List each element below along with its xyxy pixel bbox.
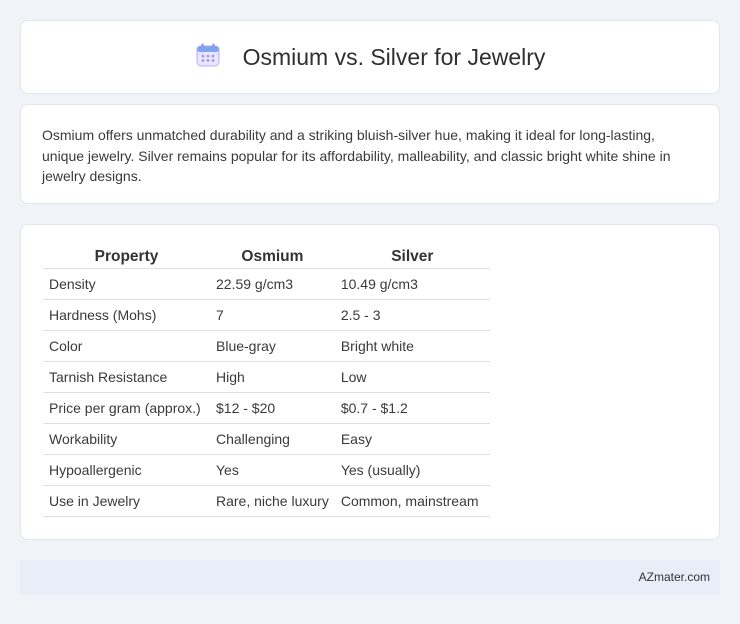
table-header-row: Property Osmium Silver: [43, 245, 490, 269]
cell-silver: Common, mainstream: [334, 486, 490, 517]
cell-property: Workability: [43, 424, 210, 455]
cell-property: Price per gram (approx.): [43, 393, 210, 424]
cell-silver: Easy: [334, 424, 490, 455]
cell-osmium: High: [210, 362, 335, 393]
table-row: Workability Challenging Easy: [43, 424, 490, 455]
header-silver: Silver: [334, 245, 490, 269]
table-row: Color Blue-gray Bright white: [43, 331, 490, 362]
table-row: Tarnish Resistance High Low: [43, 362, 490, 393]
title-card: Osmium vs. Silver for Jewelry: [20, 20, 720, 94]
cell-property: Use in Jewelry: [43, 486, 210, 517]
calendar-icon: [195, 42, 221, 73]
cell-property: Tarnish Resistance: [43, 362, 210, 393]
header-osmium: Osmium: [210, 245, 335, 269]
table-row: Use in Jewelry Rare, niche luxury Common…: [43, 486, 490, 517]
footer-bar: AZmater.com: [20, 560, 720, 594]
comparison-table: Property Osmium Silver Density 22.59 g/c…: [43, 245, 490, 517]
cell-property: Density: [43, 269, 210, 300]
cell-osmium: Rare, niche luxury: [210, 486, 335, 517]
table-row: Price per gram (approx.) $12 - $20 $0.7 …: [43, 393, 490, 424]
cell-silver: Low: [334, 362, 490, 393]
title-row: Osmium vs. Silver for Jewelry: [195, 42, 546, 73]
cell-osmium: $12 - $20: [210, 393, 335, 424]
cell-osmium: Blue-gray: [210, 331, 335, 362]
cell-silver: 10.49 g/cm3: [334, 269, 490, 300]
table-row: Hypoallergenic Yes Yes (usually): [43, 455, 490, 486]
intro-text: Osmium offers unmatched durability and a…: [42, 127, 671, 184]
table-row: Density 22.59 g/cm3 10.49 g/cm3: [43, 269, 490, 300]
cell-property: Color: [43, 331, 210, 362]
cell-silver: 2.5 - 3: [334, 300, 490, 331]
intro-card: Osmium offers unmatched durability and a…: [20, 104, 720, 204]
cell-silver: Bright white: [334, 331, 490, 362]
cell-silver: $0.7 - $1.2: [334, 393, 490, 424]
comparison-card: Property Osmium Silver Density 22.59 g/c…: [20, 224, 720, 540]
page-title: Osmium vs. Silver for Jewelry: [242, 43, 546, 70]
cell-osmium: 22.59 g/cm3: [210, 269, 335, 300]
header-property: Property: [43, 245, 210, 269]
cell-osmium: Challenging: [210, 424, 335, 455]
cell-silver: Yes (usually): [334, 455, 490, 486]
footer-brand: AZmater.com: [638, 570, 710, 584]
cell-osmium: 7: [210, 300, 335, 331]
cell-property: Hardness (Mohs): [43, 300, 210, 331]
table-row: Hardness (Mohs) 7 2.5 - 3: [43, 300, 490, 331]
cell-property: Hypoallergenic: [43, 455, 210, 486]
cell-osmium: Yes: [210, 455, 335, 486]
